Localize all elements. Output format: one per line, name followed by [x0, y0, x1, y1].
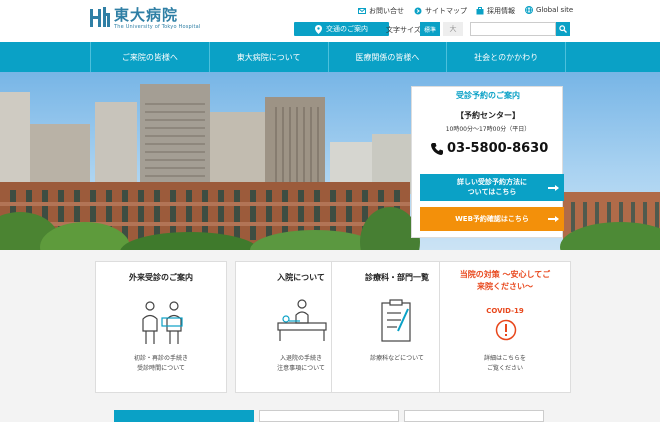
recruit-icon [476, 7, 484, 15]
card-desc-line: 受診時間について [137, 365, 185, 372]
logo-english: The University of Tokyo Hospital [114, 24, 201, 30]
title-line-1: 当院の対策 ～安心してご [459, 270, 551, 279]
nav-item-medical[interactable]: 医療関係の皆様へ [327, 42, 447, 72]
alert-icon [495, 319, 517, 341]
card-covid[interactable]: 当院の対策 ～安心してご 来院ください～ COVID-19 詳細はこちらを ご覧… [439, 261, 571, 393]
card-desc-line: 初診・再診の手続き [133, 355, 188, 362]
util-link-sitemap[interactable]: サイトマップ [414, 6, 467, 16]
util-link-label: サイトマップ [425, 7, 467, 15]
logo-mark-icon [90, 7, 110, 29]
card-description: 詳細はこちらを ご覧ください [440, 354, 570, 374]
tab-3[interactable] [404, 410, 544, 422]
util-link-label: Global site [536, 6, 574, 14]
reservation-hours: 10時00分～17時00分（平日） [445, 126, 531, 133]
util-link-contact[interactable]: お問い合せ [358, 6, 404, 16]
outpatient-icon [142, 301, 183, 344]
search-icon [559, 25, 567, 33]
reservation-center-label: 【予約センター】 [456, 111, 520, 120]
main-nav: ご来院の皆様へ 東大病院について 医療関係の皆様へ 社会とのかかわり [0, 42, 660, 72]
tab-1[interactable] [114, 410, 254, 422]
search-button[interactable] [556, 22, 570, 36]
department-icon [381, 299, 411, 342]
globe-icon [525, 6, 533, 14]
fontsize-standard-button[interactable]: 標準 [420, 22, 440, 36]
card-outpatient[interactable]: 外来受診のご案内 初診・再診の手続き 受診時間について [95, 261, 227, 393]
web-reservation-button[interactable]: WEB予約確認はこちら [420, 207, 564, 231]
fontsize-large-button[interactable]: 大 [443, 22, 463, 36]
reservation-panel: 受診予約のご案内 【予約センター】 10時00分～17時00分（平日） 03-5… [411, 86, 564, 238]
sitemap-icon [414, 7, 422, 15]
reservation-center-box: 【予約センター】 10時00分～17時00分（平日） 03-5800-8630 [416, 104, 560, 164]
arrow-right-icon [548, 184, 559, 191]
map-pin-icon [315, 24, 322, 34]
reservation-details-button[interactable]: 詳しい受診予約方法に ついてはこちら [420, 174, 564, 201]
button-line-2: ついてはこちら [467, 188, 517, 196]
hospital-logo[interactable]: 東大病院 The University of Tokyo Hospital [90, 7, 201, 31]
card-description: 初診・再診の手続き 受診時間について [96, 354, 226, 374]
mail-icon [358, 8, 366, 14]
logo-japanese: 東大病院 [114, 6, 179, 24]
fontsize-label: 文字サイズ [386, 26, 421, 34]
card-desc-line: 詳細はこちらを [483, 355, 526, 362]
button-line-1: 詳しい受診予約方法に [457, 178, 527, 186]
nav-item-about[interactable]: 東大病院について [208, 42, 328, 72]
nav-item-patients[interactable]: ご来院の皆様へ [90, 42, 209, 72]
util-link-recruit[interactable]: 採用情報 [476, 6, 515, 16]
covid-label: COVID-19 [486, 307, 524, 315]
phone-number: 03-5800-8630 [447, 141, 549, 156]
nav-item-society[interactable]: 社会とのかかわり [446, 42, 566, 72]
web-reservation-label: WEB予約確認はこちら [455, 215, 529, 223]
util-link-label: 採用情報 [487, 7, 515, 15]
card-title: 外来受診のご案内 [129, 273, 193, 282]
util-link-global[interactable]: Global site [525, 6, 573, 14]
reservation-phone[interactable]: 03-5800-8630 [430, 141, 548, 156]
header: 東大病院 The University of Tokyo Hospital お問… [0, 0, 660, 42]
covid-card-title: 当院の対策 ～安心してご 来院ください～ [440, 269, 570, 293]
card-desc-line: ご覧ください [486, 365, 523, 372]
phone-icon [431, 142, 443, 155]
tab-2[interactable] [259, 410, 399, 422]
search-input[interactable] [470, 22, 556, 36]
reservation-title: 受診予約のご案内 [456, 91, 520, 100]
arrow-right-icon [548, 216, 559, 222]
inpatient-icon [277, 299, 327, 341]
util-link-label: お問い合せ [369, 7, 404, 15]
access-label: 交通のご案内 [326, 25, 368, 33]
access-button[interactable]: 交通のご案内 [294, 22, 389, 36]
title-line-2: 来院ください～ [477, 282, 533, 291]
